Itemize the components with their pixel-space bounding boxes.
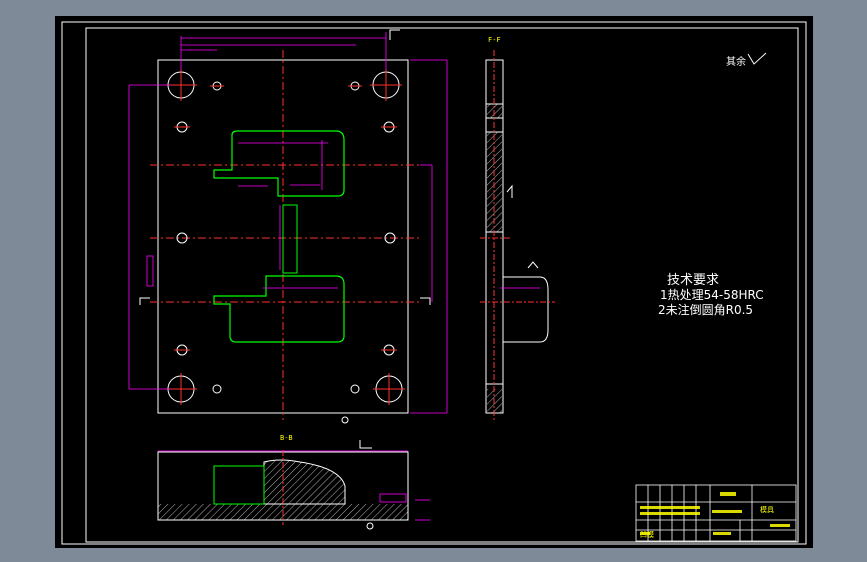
rest-finish-note: 其余 <box>726 57 746 68</box>
tech-requirement-line-2: 2未注倒圆角R0.5 <box>658 303 754 317</box>
dimensions <box>128 32 448 414</box>
side-section-view: F-F <box>480 36 555 420</box>
tech-requirements-title: 技术要求 <box>667 273 720 288</box>
title-block-cell-2: 凹模 <box>640 531 654 539</box>
top-view <box>128 29 448 449</box>
cavity-upper <box>213 130 345 197</box>
cavity-lower <box>213 275 345 343</box>
title-block-cell-1: 模具 <box>760 506 774 514</box>
bottom-section-view: B-B <box>157 434 430 530</box>
guide-hole-tr <box>370 69 402 101</box>
guide-hole-br <box>373 373 405 405</box>
section-label-top: F-F <box>488 36 501 44</box>
roughness-symbol-icon <box>747 52 767 65</box>
pin-hole-centers <box>174 85 397 351</box>
cad-viewport: F-F B-B 其余 技术要求 1热处理54-58HRC 2未注倒圆角R0.5 … <box>0 0 867 562</box>
tech-requirement-line-1: 1热处理54-58HRC <box>660 288 764 302</box>
section-label-bottom: B-B <box>280 434 293 442</box>
section-boss <box>263 459 346 505</box>
drawing-canvas: F-F B-B <box>61 21 807 545</box>
side-boss <box>503 276 549 343</box>
center-slot <box>282 204 298 274</box>
